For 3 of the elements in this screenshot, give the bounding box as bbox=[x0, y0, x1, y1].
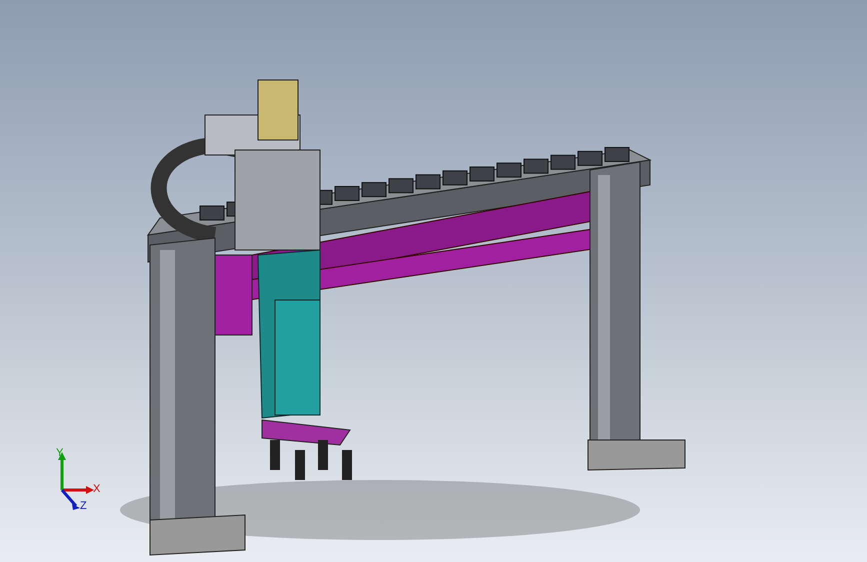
axis-label: X bbox=[93, 483, 100, 495]
axis-label: Z bbox=[80, 500, 87, 512]
axis-label: Y bbox=[56, 447, 64, 459]
